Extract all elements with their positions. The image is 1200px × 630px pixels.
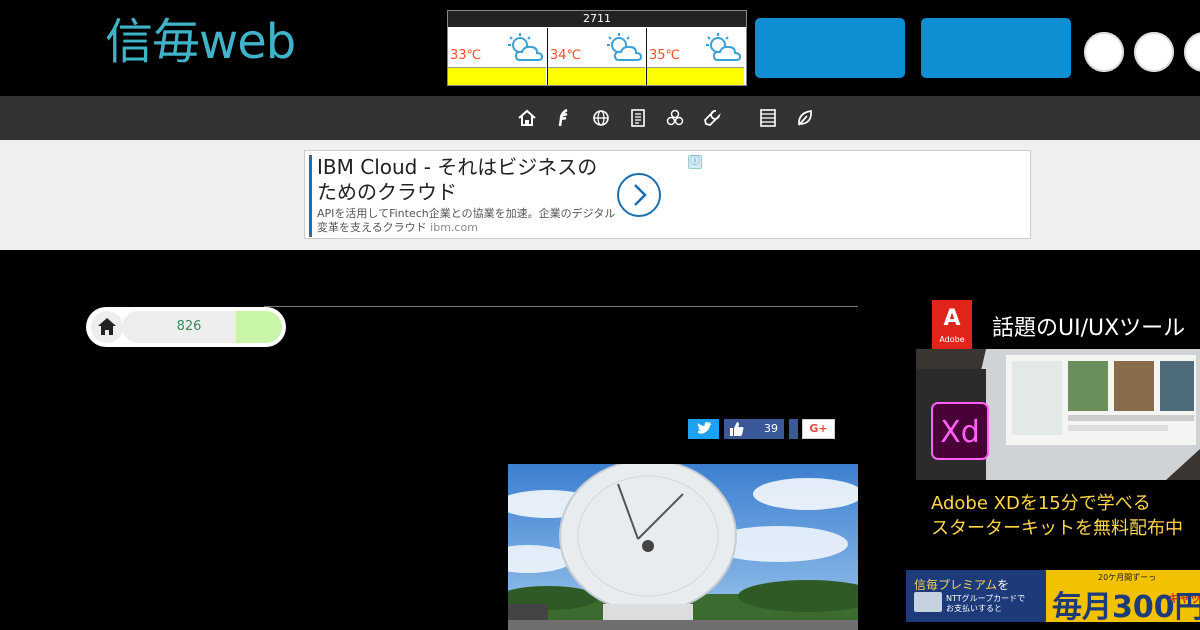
sidebar-ad-copy-line1: Adobe XDを15分で学べる — [931, 493, 1151, 514]
banner-card-line2: お支払いすると — [946, 604, 1002, 613]
radio-telescope-image — [508, 464, 858, 630]
ad-description: APIを活用してFintech企業との協業を加速。企業のデジタル変革を支えるクラ… — [317, 207, 616, 234]
breadcrumb: 826 — [86, 307, 286, 347]
facebook-like-button[interactable]: 39 — [724, 419, 784, 439]
feather-icon[interactable] — [553, 107, 575, 129]
laptop-screen-image: Xd — [916, 349, 1200, 480]
wrench-icon[interactable] — [701, 107, 723, 129]
breadcrumb-article-number[interactable]: 826 — [164, 311, 214, 343]
ibm-ad[interactable]: IBM Cloud - それはビジネスのためのクラウド APIを活用してFint… — [304, 150, 1031, 239]
credit-card-icon — [914, 592, 942, 612]
divider — [264, 306, 858, 307]
banner-brand-suffix: を — [997, 578, 1010, 592]
banner-card-line1: NTTグループカードで — [946, 594, 1026, 603]
facebook-like-count: 39 — [764, 422, 778, 435]
film-icon[interactable] — [757, 107, 779, 129]
globe-icon[interactable] — [590, 107, 612, 129]
weather-day-3[interactable]: 35℃ — [646, 28, 744, 85]
breadcrumb-current — [236, 311, 282, 343]
header-button-2[interactable] — [921, 18, 1071, 78]
weather-count: 2711 — [448, 11, 746, 27]
cloudy-sun-icon — [706, 33, 742, 61]
weather-day-1[interactable]: 33℃ — [448, 28, 546, 85]
community-icon[interactable] — [664, 107, 686, 129]
article-photo[interactable] — [508, 464, 858, 630]
chevron-right-icon — [634, 184, 647, 206]
cloudy-sun-icon — [508, 33, 544, 61]
newspaper-icon[interactable] — [627, 107, 649, 129]
home-icon — [98, 318, 116, 335]
adobe-label: Adobe — [939, 335, 965, 344]
sidebar-ad-copy[interactable]: Adobe XDを15分で学べる スターターキットを無料配布中 — [931, 491, 1183, 541]
header-circle-button-3[interactable] — [1184, 32, 1200, 72]
cloudy-sun-icon — [607, 33, 643, 61]
header-button-1[interactable] — [755, 18, 905, 78]
premium-banner[interactable]: 信毎プレミアムを NTTグループカードで お支払いすると 20ケ月間ずーっ 毎月… — [906, 570, 1200, 622]
ad-url[interactable]: ibm.com — [430, 221, 478, 234]
header-circle-button-2[interactable] — [1134, 32, 1174, 72]
banner-brand: 信毎プレミアム — [914, 578, 998, 592]
google-plus-button[interactable]: G+ — [802, 419, 835, 439]
weather-temp: 35℃ — [649, 48, 681, 63]
main-nav — [0, 96, 1200, 140]
header-circle-button-1[interactable] — [1084, 32, 1124, 72]
weather-widget[interactable]: 2711 33℃ 34℃ 35℃ — [447, 10, 747, 86]
xd-badge: Xd — [940, 415, 980, 450]
weather-temp: 33℃ — [450, 48, 482, 63]
weather-temp: 34℃ — [550, 48, 582, 63]
breadcrumb-home[interactable] — [91, 311, 123, 343]
banner-promo-side: キャッシュバック! — [1168, 592, 1200, 605]
adobe-mark: A — [943, 306, 961, 331]
twitter-share-button[interactable] — [688, 419, 719, 439]
home-icon[interactable] — [516, 107, 538, 129]
weather-day-2[interactable]: 34℃ — [547, 28, 645, 85]
sidebar-ad-headline[interactable]: 話題のUI/UXツール — [992, 310, 1185, 342]
ad-arrow-button[interactable] — [617, 173, 661, 217]
thumbs-up-icon — [730, 422, 744, 436]
ad-info-icon[interactable]: ⓘ — [688, 155, 702, 169]
ad-title[interactable]: IBM Cloud - それはビジネスのためのクラウド — [317, 155, 617, 205]
twitter-icon — [697, 422, 712, 434]
facebook-share-button[interactable] — [789, 419, 798, 439]
site-logo[interactable]: 信毎web — [105, 14, 296, 70]
sidebar-ad-copy-line2: スターターキットを無料配布中 — [931, 518, 1183, 539]
adobe-xd-image[interactable]: Xd — [916, 349, 1200, 480]
leaf-icon[interactable] — [794, 107, 816, 129]
